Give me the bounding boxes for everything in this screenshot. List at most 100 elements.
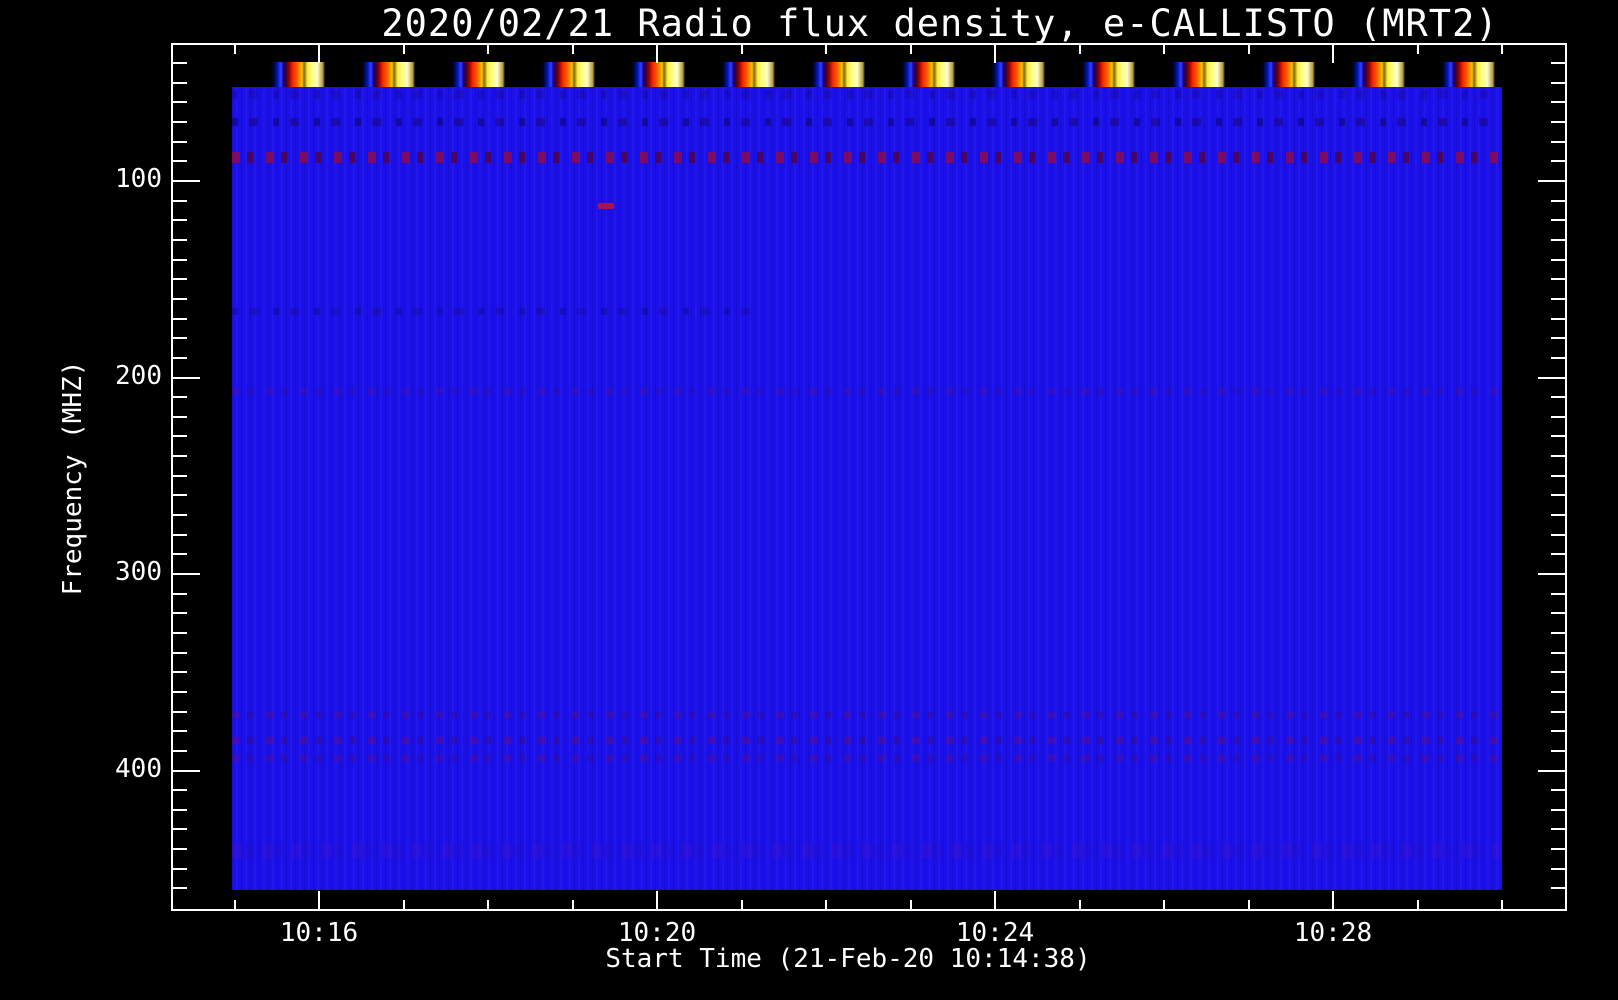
y-minor-tick-right (1551, 317, 1565, 320)
x-minor-tick-top (487, 45, 489, 54)
y-minor-tick (173, 867, 187, 870)
x-minor-tick (571, 900, 574, 909)
y-minor-tick (173, 710, 187, 713)
x-minor-tick-top (402, 45, 405, 54)
x-major-tick-top (318, 45, 320, 63)
y-minor-tick (173, 887, 187, 890)
y-minor-tick-right (1551, 101, 1565, 104)
y-minor-tick (173, 199, 187, 202)
y-minor-tick-right (1551, 631, 1565, 634)
y-minor-tick-right (1551, 258, 1565, 261)
y-minor-tick-right (1551, 219, 1565, 222)
x-major-tick (994, 891, 996, 909)
y-minor-tick (173, 160, 187, 163)
x-major-tick-top (994, 45, 996, 63)
y-tick-label: 300 (115, 557, 162, 587)
y-minor-tick-right (1551, 435, 1565, 438)
y-minor-tick (173, 121, 187, 124)
y-minor-tick-right (1551, 494, 1565, 497)
y-minor-tick (173, 219, 187, 222)
x-minor-tick-top (1416, 45, 1419, 54)
y-minor-tick-right (1551, 690, 1565, 693)
y-minor-tick (173, 101, 187, 104)
y-minor-tick-right (1551, 238, 1565, 241)
y-minor-tick-right (1551, 337, 1565, 340)
y-minor-tick (173, 494, 187, 497)
x-tick-label: 10:20 (617, 918, 697, 948)
y-minor-tick-right (1551, 455, 1565, 458)
y-minor-tick-right (1551, 651, 1565, 654)
y-major-tick (173, 180, 200, 182)
x-minor-tick-top (1078, 45, 1081, 54)
y-minor-tick-right (1551, 808, 1565, 811)
y-minor-tick-right (1551, 415, 1565, 418)
y-major-tick (173, 573, 200, 575)
y-minor-tick (173, 317, 187, 320)
y-minor-tick-right (1551, 789, 1565, 792)
y-minor-tick-right (1551, 592, 1565, 595)
y-minor-tick-right (1551, 199, 1565, 202)
y-minor-tick (173, 612, 187, 615)
y-tick-label: 200 (115, 360, 162, 391)
x-minor-tick (825, 900, 827, 909)
y-minor-tick (173, 258, 187, 261)
y-minor-tick-right (1551, 62, 1565, 65)
y-minor-tick-right (1551, 140, 1565, 143)
x-major-tick (1332, 891, 1334, 909)
y-major-tick-right (1538, 376, 1565, 379)
y-minor-tick-right (1551, 710, 1565, 713)
x-minor-tick (909, 900, 912, 909)
y-major-tick-right (1538, 769, 1565, 772)
y-minor-tick (173, 337, 187, 340)
y-minor-tick (173, 671, 187, 674)
y-minor-tick (173, 631, 187, 634)
y-minor-tick-right (1551, 396, 1565, 399)
y-tick-label: 100 (115, 164, 162, 194)
y-minor-tick-right (1551, 121, 1565, 124)
y-major-tick (173, 769, 200, 772)
y-minor-tick (173, 514, 187, 517)
y-minor-tick-right (1551, 297, 1565, 300)
y-minor-tick (173, 238, 187, 241)
x-minor-tick (1247, 900, 1250, 909)
x-minor-tick-top (233, 45, 236, 54)
x-minor-tick (1501, 900, 1503, 909)
x-tick-label: 10:24 (955, 918, 1035, 948)
y-minor-tick (173, 62, 187, 65)
y-minor-tick (173, 749, 187, 752)
y-minor-tick-right (1551, 553, 1565, 556)
plot-frame (171, 43, 1567, 911)
x-minor-tick (1078, 900, 1081, 909)
y-minor-tick (173, 455, 187, 458)
y-minor-tick (173, 140, 187, 143)
y-minor-tick (173, 553, 187, 556)
y-minor-tick-right (1551, 887, 1565, 890)
chart-title: 2020/02/21 Radio flux density, e-CALLIST… (381, 2, 1499, 45)
y-minor-tick-right (1551, 278, 1565, 281)
y-minor-tick (173, 651, 187, 654)
y-major-tick-right (1538, 573, 1565, 575)
x-axis-label: Start Time (21-Feb-20 10:14:38) (605, 944, 1091, 974)
y-minor-tick (173, 592, 187, 595)
y-minor-tick-right (1551, 533, 1565, 536)
y-minor-tick (173, 848, 187, 851)
y-minor-tick (173, 808, 187, 811)
x-minor-tick-top (1247, 45, 1250, 54)
x-tick-label: 10:28 (1293, 918, 1373, 948)
spectrogram-figure: 2020/02/21 Radio flux density, e-CALLIST… (0, 0, 1618, 1000)
x-major-tick (656, 891, 658, 909)
y-minor-tick (173, 789, 187, 792)
y-minor-tick-right (1551, 867, 1565, 870)
y-minor-tick-right (1551, 514, 1565, 517)
y-minor-tick (173, 356, 187, 359)
y-minor-tick (173, 828, 187, 831)
y-minor-tick-right (1551, 356, 1565, 359)
y-minor-tick-right (1551, 81, 1565, 84)
y-minor-tick-right (1551, 828, 1565, 831)
y-minor-tick (173, 396, 187, 399)
x-major-tick-top (1332, 45, 1334, 63)
y-tick-label: 400 (115, 753, 162, 784)
y-minor-tick (173, 690, 187, 693)
x-major-tick (318, 891, 320, 909)
x-minor-tick (740, 900, 743, 909)
